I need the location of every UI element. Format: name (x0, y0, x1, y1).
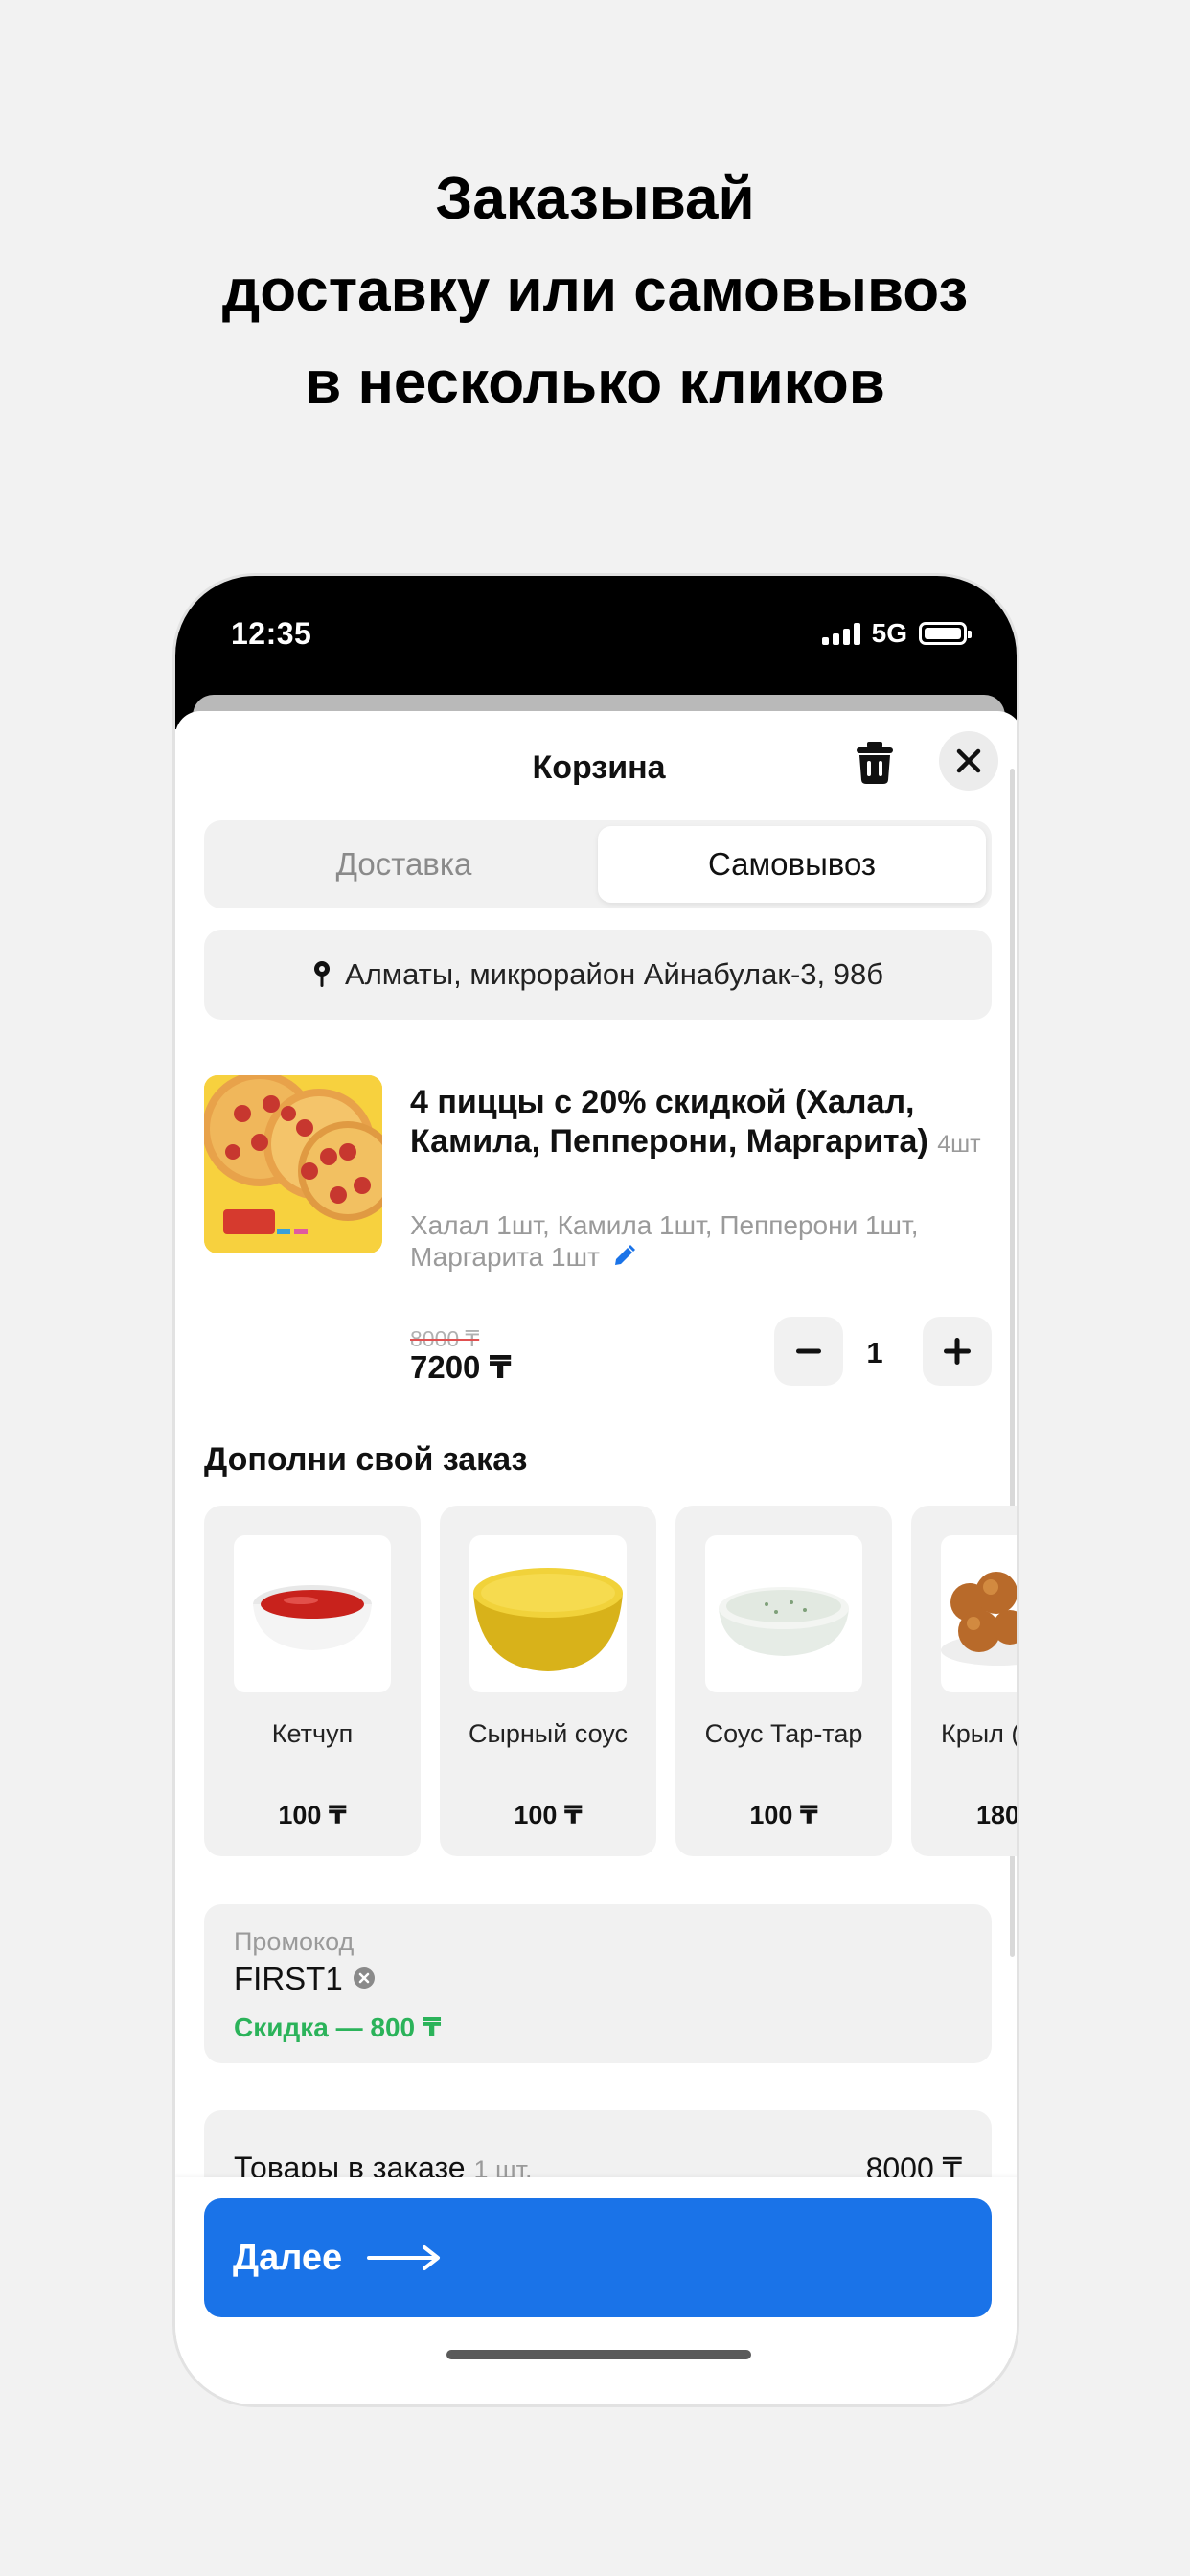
quantity-value: 1 (866, 1336, 883, 1369)
increase-button[interactable] (923, 1317, 992, 1386)
addon-card-ketchup[interactable]: Кетчуп 100 ₸ (204, 1506, 421, 1856)
addon-image (705, 1535, 862, 1692)
home-indicator[interactable] (446, 2350, 751, 2359)
promo-code-value: FIRST1 (234, 1961, 343, 1996)
addon-price: 100 ₸ (278, 1801, 347, 1829)
addon-card-tartar-sauce[interactable]: Соус Тар-тар 100 ₸ (675, 1506, 892, 1856)
status-time: 12:35 (231, 616, 312, 651)
promo-code: FIRST1 (234, 1961, 376, 1997)
address-field[interactable]: Алматы, микрорайон Айнабулак-3, 98б (204, 930, 992, 1020)
product-description-text: Халал 1шт, Камила 1шт, Пепперони 1шт, Ма… (410, 1210, 919, 1272)
clear-icon[interactable] (353, 1961, 376, 1997)
addons-carousel: Кетчуп 100 ₸ Сырный соус 100 ₸ Соус Тар-… (204, 1506, 1019, 1856)
cart-sheet: Корзина Доставка Самовывоз Алматы, микро… (175, 711, 1019, 2404)
product-name: 4 пиццы с 20% скидкой (Халал, Камила, Пе… (410, 1083, 985, 1164)
tab-pickup[interactable]: Самовывоз (598, 826, 986, 903)
addon-price: 100 ₸ (749, 1801, 818, 1829)
addons-title: Дополни свой заказ (204, 1441, 528, 1478)
headline: Заказывай доставку или самовывоз в неско… (0, 153, 1190, 429)
decrease-button[interactable] (774, 1317, 843, 1386)
addon-card-cheese-sauce[interactable]: Сырный соус 100 ₸ (440, 1506, 656, 1856)
headline-line-1: Заказывай (435, 166, 755, 232)
promo-label: Промокод (234, 1927, 355, 1956)
promo-field[interactable]: Промокод FIRST1 Скидка — 800 ₸ (204, 1904, 992, 2063)
next-button-label: Далее (233, 2237, 343, 2278)
battery-icon (919, 622, 972, 645)
product-count: 4шт (937, 1131, 981, 1158)
network-label: 5G (871, 618, 907, 648)
trash-icon[interactable] (854, 740, 896, 786)
minus-icon (796, 1348, 821, 1354)
plus-icon (944, 1338, 971, 1365)
headline-line-2: доставку или самовывоз (221, 258, 969, 324)
addon-price: 100 ₸ (514, 1801, 583, 1829)
headline-line-3: в несколько кликов (305, 350, 885, 416)
delivery-mode-switch: Доставка Самовывоз (204, 820, 992, 908)
close-button[interactable] (939, 731, 998, 791)
addon-price: 180 (976, 1801, 1019, 1829)
addon-image (469, 1535, 627, 1692)
location-pin-icon (314, 961, 331, 987)
status-icons: 5G (821, 618, 972, 649)
addon-image (941, 1535, 1017, 1692)
product-description: Халал 1шт, Камила 1шт, Пепперони 1шт, Ма… (410, 1209, 985, 1276)
edit-icon[interactable] (611, 1244, 636, 1276)
tab-delivery[interactable]: Доставка (210, 826, 598, 903)
signal-icon (821, 622, 860, 645)
addon-name: Кетчуп (271, 1719, 354, 1748)
addon-image (234, 1535, 391, 1692)
addon-name: Крыл (остре (941, 1719, 1019, 1748)
addon-name: Сырный соус (468, 1719, 629, 1748)
arrow-right-icon (367, 2245, 441, 2270)
address-text: Алматы, микрорайон Айнабулак-3, 98б (345, 957, 883, 991)
current-price: 7200 ₸ (410, 1349, 512, 1385)
close-icon (956, 748, 981, 773)
addon-card-wings[interactable]: Крыл (остре 180 (911, 1506, 1019, 1856)
phone-frame: 12:35 5G Корзина Доставка Самовывоз Алма… (172, 573, 1019, 2407)
next-button[interactable]: Далее (204, 2198, 992, 2317)
product-title: 4 пиццы с 20% скидкой (Халал, Камила, Пе… (410, 1084, 928, 1160)
addon-name: Соус Тар-тар (704, 1719, 863, 1748)
promo-discount: Скидка — 800 ₸ (234, 2012, 442, 2042)
product-image (204, 1075, 382, 1254)
